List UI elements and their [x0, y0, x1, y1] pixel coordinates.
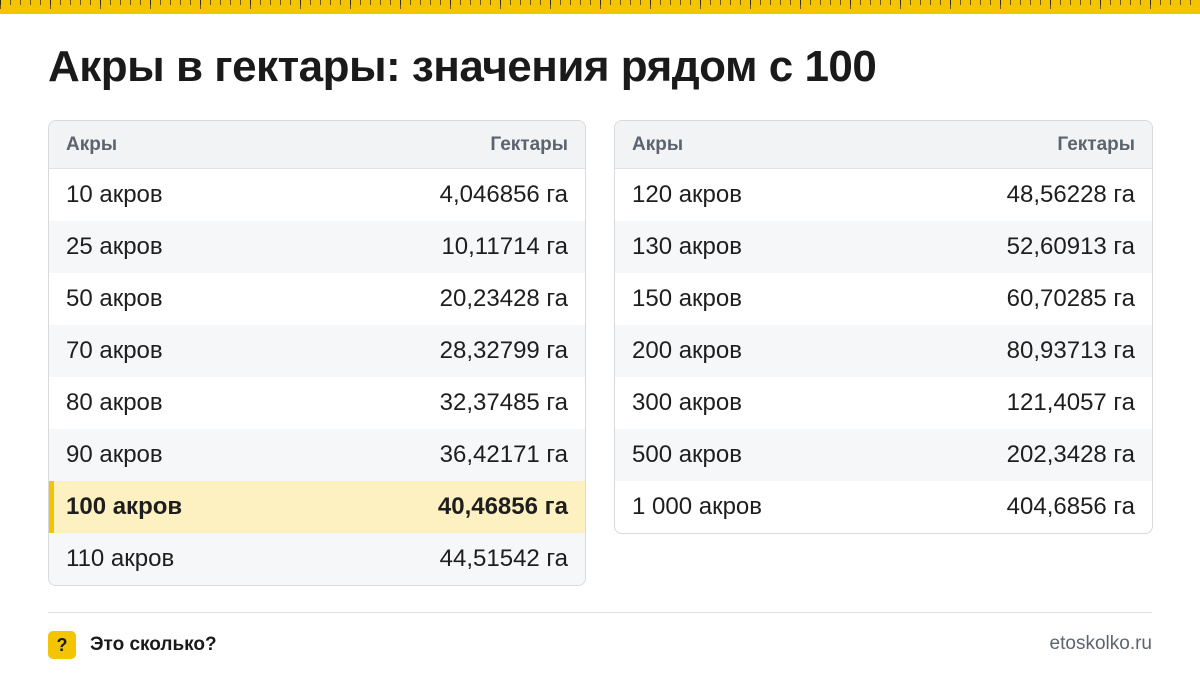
acres-cell: 100 акров — [66, 493, 183, 520]
table-row: 500 акров 202,3428 га — [615, 429, 1152, 481]
hectares-cell: 20,23428 га — [439, 285, 568, 312]
site-link[interactable]: etoskolko.ru — [1050, 633, 1152, 655]
hectares-cell: 48,56228 га — [1006, 181, 1135, 208]
question-icon: ? — [48, 631, 76, 659]
table-header: Акры Гектары — [615, 121, 1152, 169]
table-row: 25 акров 10,11714 га — [49, 221, 585, 273]
acres-cell: 80 акров — [66, 389, 163, 416]
table-row: 300 акров 121,4057 га — [615, 377, 1152, 429]
acres-cell: 130 акров — [632, 233, 743, 260]
acres-cell: 70 акров — [66, 337, 163, 364]
conversion-table-left: Акры Гектары 10 акров 4,046856 га 25 акр… — [48, 120, 586, 586]
hectares-cell: 4,046856 га — [439, 181, 568, 208]
hectares-cell: 404,6856 га — [1006, 493, 1135, 520]
hectares-cell: 121,4057 га — [1006, 389, 1135, 416]
table-row: 1 000 акров 404,6856 га — [615, 481, 1152, 533]
hectares-cell: 36,42171 га — [439, 441, 568, 468]
page-title: Акры в гектары: значения рядом с 100 — [48, 42, 877, 91]
acres-cell: 25 акров — [66, 233, 163, 260]
brand[interactable]: ? Это сколько? — [48, 631, 217, 659]
acres-cell: 90 акров — [66, 441, 163, 468]
table-header: Акры Гектары — [49, 121, 585, 169]
hectares-cell: 44,51542 га — [439, 545, 568, 572]
column-header-hectares: Гектары — [1057, 133, 1135, 155]
column-header-hectares: Гектары — [490, 133, 568, 155]
table-row: 90 акров 36,42171 га — [49, 429, 585, 481]
table-row: 70 акров 28,32799 га — [49, 325, 585, 377]
hectares-cell: 52,60913 га — [1006, 233, 1135, 260]
acres-cell: 300 акров — [632, 389, 743, 416]
acres-cell: 200 акров — [632, 337, 743, 364]
column-header-acres: Акры — [632, 133, 684, 155]
table-row: 50 акров 20,23428 га — [49, 273, 585, 325]
table-row: 150 акров 60,70285 га — [615, 273, 1152, 325]
acres-cell: 500 акров — [632, 441, 743, 468]
hectares-cell: 80,93713 га — [1006, 337, 1135, 364]
table-row: 10 акров 4,046856 га — [49, 169, 585, 221]
table-body: 10 акров 4,046856 га 25 акров 10,11714 г… — [49, 169, 585, 585]
table-body: 120 акров 48,56228 га 130 акров 52,60913… — [615, 169, 1152, 533]
acres-cell: 120 акров — [632, 181, 743, 208]
acres-cell: 50 акров — [66, 285, 163, 312]
acres-cell: 10 акров — [66, 181, 163, 208]
hectares-cell: 32,37485 га — [439, 389, 568, 416]
table-row: 130 акров 52,60913 га — [615, 221, 1152, 273]
column-header-acres: Акры — [66, 133, 118, 155]
hectares-cell: 60,70285 га — [1006, 285, 1135, 312]
table-row: 200 акров 80,93713 га — [615, 325, 1152, 377]
brand-name: Это сколько? — [90, 634, 217, 655]
table-row: 80 акров 32,37485 га — [49, 377, 585, 429]
ruler-decoration — [0, 0, 1200, 14]
acres-cell: 150 акров — [632, 285, 743, 312]
hectares-cell: 202,3428 га — [1006, 441, 1135, 468]
footer-divider — [48, 612, 1152, 613]
hectares-cell: 28,32799 га — [439, 337, 568, 364]
table-row: 120 акров 48,56228 га — [615, 169, 1152, 221]
table-row-highlighted: 100 акров 40,46856 га — [49, 481, 585, 533]
hectares-cell: 10,11714 га — [441, 233, 568, 260]
acres-cell: 1 000 акров — [632, 493, 763, 520]
conversion-table-right: Акры Гектары 120 акров 48,56228 га 130 а… — [614, 120, 1153, 534]
acres-cell: 110 акров — [66, 545, 175, 572]
table-row: 110 акров 44,51542 га — [49, 533, 585, 585]
hectares-cell: 40,46856 га — [437, 493, 568, 520]
